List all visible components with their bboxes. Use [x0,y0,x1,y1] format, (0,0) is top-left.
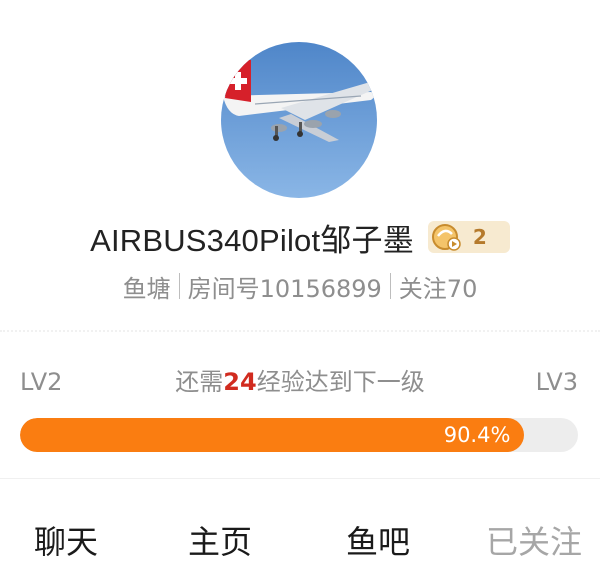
separator [178,273,180,299]
exp-needed-text: 还需24经验达到下一级 [0,364,600,400]
level-progress-fill: 90.4% [20,418,525,452]
fish-bar-button[interactable]: 鱼吧 [346,514,410,570]
next-level: LV3 [535,368,578,396]
pond-label[interactable]: 鱼塘 [123,269,171,304]
nav-divider [0,478,600,479]
section-divider [0,330,600,332]
exp-needed-value: 24 [223,368,257,396]
level-progress-bar: 90.4% [20,418,578,452]
profile-info-row: 鱼塘 房间号10156899 关注70 [0,268,600,304]
username: AIRBUS340Pilot邹子墨 [90,222,414,258]
badge-level: 2 [472,225,487,249]
exp-prefix: 还需 [175,368,224,396]
follow-count: 关注70 [398,274,478,303]
chat-button[interactable]: 聊天 [34,514,98,570]
exp-suffix: 经验达到下一级 [256,368,425,396]
level-row: LV2 还需24经验达到下一级 LV3 [0,364,600,400]
fan-badge-icon [430,222,464,256]
username-row: AIRBUS340Pilot邹子墨 2 [0,212,600,262]
home-button[interactable]: 主页 [188,514,252,570]
room-number: 房间号10156899 [187,274,382,303]
airplane-avatar-image [221,42,377,198]
followed-button[interactable]: 已关注 [486,514,582,570]
bottom-nav: 聊天 主页 鱼吧 已关注 [0,514,600,570]
separator [389,273,391,299]
fan-level-badge[interactable]: 2 [427,221,510,256]
progress-percent: 90.4% [443,423,511,447]
avatar[interactable] [221,42,377,198]
